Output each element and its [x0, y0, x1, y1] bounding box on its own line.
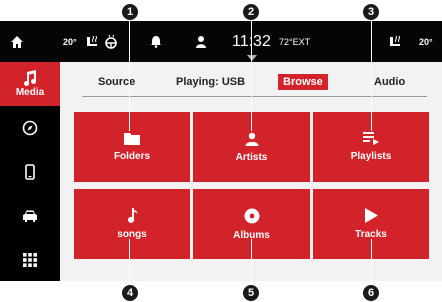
tile-label: Artists — [235, 151, 268, 163]
music-note-icon — [24, 70, 37, 86]
left-temp[interactable]: 20° — [63, 21, 77, 62]
callout-3-leader — [371, 20, 372, 131]
tab-playing-usb[interactable]: Playing: USB — [176, 76, 245, 88]
car-icon — [23, 210, 37, 222]
tile-label: Folders — [113, 151, 151, 162]
folder-icon — [124, 133, 140, 145]
tabs-divider — [82, 96, 427, 97]
callout-1: 1 — [122, 4, 138, 20]
callout-2-leader — [251, 20, 252, 131]
playlist-icon — [363, 132, 379, 145]
status-bar: 20° 11:32 72°EXT 20° — [0, 21, 442, 62]
compass-icon — [22, 120, 38, 136]
tile-songs[interactable]: songs — [74, 189, 190, 259]
album-icon — [244, 208, 259, 223]
sidebar: Media — [0, 62, 60, 281]
tile-label: Playlists — [350, 151, 392, 162]
heated-seat-right-icon[interactable] — [387, 21, 403, 62]
tab-browse[interactable]: Browse — [278, 74, 328, 90]
sidebar-item-label: Media — [15, 87, 45, 98]
song-icon — [127, 208, 137, 223]
sidebar-item-navigation[interactable] — [0, 106, 60, 150]
sidebar-item-media[interactable]: Media — [0, 62, 60, 106]
callout-4-leader — [129, 239, 130, 285]
sidebar-item-apps[interactable] — [0, 238, 60, 281]
home-icon[interactable] — [10, 21, 24, 62]
callout-5-leader — [251, 239, 252, 285]
heated-wheel-icon[interactable] — [104, 21, 118, 62]
tile-label: songs — [117, 229, 147, 240]
tile-folders[interactable]: Folders — [74, 112, 190, 182]
callout-2: 2 — [243, 4, 259, 20]
callout-1-leader — [129, 20, 130, 131]
outside-temp: 72°EXT — [279, 36, 311, 47]
profile-icon[interactable] — [195, 21, 207, 62]
bell-icon[interactable] — [150, 21, 162, 62]
phone-icon — [25, 164, 35, 180]
drag-down-handle-icon[interactable] — [247, 55, 257, 61]
play-icon — [365, 208, 378, 223]
callout-3: 3 — [363, 4, 379, 20]
sidebar-item-vehicle[interactable] — [0, 194, 60, 238]
callout-6-leader — [371, 239, 372, 285]
callout-4: 4 — [122, 285, 138, 301]
tab-audio[interactable]: Audio — [374, 76, 405, 88]
callout-5: 5 — [243, 285, 259, 301]
sidebar-item-phone[interactable] — [0, 150, 60, 194]
apps-grid-icon — [23, 252, 37, 267]
artist-icon — [245, 132, 258, 146]
right-temp[interactable]: 20° — [419, 21, 433, 62]
callout-6: 6 — [363, 285, 379, 301]
heated-seat-icon[interactable] — [84, 21, 100, 62]
